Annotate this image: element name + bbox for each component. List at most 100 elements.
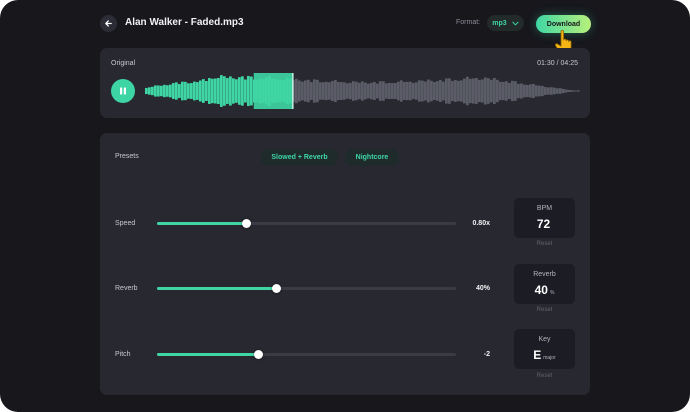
waveform-bar	[487, 78, 490, 104]
playhead[interactable]	[292, 73, 294, 109]
waveform-bar	[496, 79, 499, 103]
waveform-bar	[304, 80, 307, 102]
waveform-bar	[187, 83, 190, 99]
waveform-bar	[574, 90, 577, 92]
presets-label: Presets	[115, 153, 139, 160]
waveform-bar	[442, 81, 445, 101]
format-select[interactable]: mp3	[487, 15, 524, 31]
waveform-bar	[373, 82, 376, 100]
waveform-bar	[547, 87, 550, 95]
app-frame: Alan Walker - Faded.mp3 Format: mp3 Down…	[0, 0, 690, 412]
waveform-bar	[298, 80, 301, 102]
back-button[interactable]	[100, 15, 117, 32]
waveform-bar	[556, 88, 559, 94]
waveform-bar	[196, 82, 199, 100]
waveform-bar	[220, 75, 223, 107]
reverb-slider-thumb[interactable]	[272, 284, 282, 293]
waveform-bar	[382, 81, 385, 101]
waveform-bar	[175, 82, 178, 100]
reverb-slider[interactable]	[157, 284, 456, 293]
reverb-reset-link[interactable]: Reset	[514, 307, 575, 313]
reverb-value: 40%	[475, 285, 490, 292]
waveform-bar	[430, 80, 433, 102]
waveform-bar	[166, 85, 169, 97]
bpm-title: BPM	[536, 205, 553, 212]
pitch-slider-thumb[interactable]	[254, 350, 264, 359]
waveform-bar	[352, 81, 355, 101]
waveform-bar	[232, 78, 235, 104]
reverb-box: Reverb 40%	[514, 264, 575, 304]
waveform-bar	[349, 82, 352, 100]
waveform-bar	[565, 89, 568, 93]
waveform-bar	[571, 90, 574, 92]
waveform-bar	[337, 81, 340, 101]
speed-slider[interactable]	[157, 219, 456, 228]
reverb-slider-fill	[157, 287, 277, 290]
preset-nightcore-button[interactable]: Nightcore	[345, 149, 399, 166]
waveform-bar	[238, 77, 241, 105]
reverb-box-value: 40%	[534, 283, 555, 297]
waveform-bar	[172, 83, 175, 99]
waveform-bar	[244, 79, 247, 103]
preset-slowed-reverb-button[interactable]: Slowed + Reverb	[261, 149, 338, 166]
waveform-bar	[511, 80, 514, 102]
waveform-bar	[364, 82, 367, 100]
waveform-bar	[340, 82, 343, 100]
waveform-bar	[400, 80, 403, 102]
waveform-bar	[514, 81, 517, 101]
key-reset-link[interactable]: Reset	[514, 373, 575, 379]
waveform-bar	[169, 84, 172, 98]
waveform-bar	[310, 82, 313, 100]
waveform-bar	[391, 83, 394, 99]
bpm-reset-link[interactable]: Reset	[514, 241, 575, 247]
playback-time: 01:30 / 04:25	[537, 60, 578, 67]
pitch-slider[interactable]	[157, 350, 456, 359]
waveform-bar	[160, 85, 163, 97]
waveform-bar	[190, 83, 193, 99]
waveform-bar	[241, 76, 244, 106]
waveform-bar	[475, 78, 478, 104]
waveform-bar	[145, 87, 148, 95]
waveform-bar	[217, 77, 220, 105]
waveform-bar	[328, 82, 331, 100]
waveform-selection[interactable]	[253, 73, 293, 109]
waveform-bar	[205, 81, 208, 101]
pitch-label: Pitch	[115, 351, 131, 358]
reverb-label: Reverb	[115, 285, 138, 292]
waveform-bar	[151, 86, 154, 96]
pause-button[interactable]	[111, 79, 135, 103]
waveform-bar	[385, 83, 388, 99]
waveform-bar	[154, 85, 157, 97]
waveform-bar	[523, 84, 526, 98]
waveform-bar	[493, 77, 496, 105]
waveform-bar	[520, 83, 523, 99]
waveform-bar	[325, 81, 328, 101]
bpm-box: BPM 72	[514, 198, 575, 238]
waveform-bar	[397, 81, 400, 101]
waveform-bar	[433, 81, 436, 101]
waveform-bar	[427, 79, 430, 103]
pause-icon	[120, 87, 126, 95]
waveform-bar	[481, 79, 484, 103]
waveform-bar	[247, 75, 250, 107]
waveform-bar	[415, 82, 418, 100]
waveform-bar	[559, 88, 562, 94]
waveform-bar	[157, 85, 160, 97]
waveform-bar	[319, 82, 322, 100]
waveform-bar	[226, 78, 229, 104]
waveform-bar	[499, 81, 502, 101]
bpm-value: 72	[536, 217, 551, 231]
waveform-bar	[541, 85, 544, 97]
waveform-bar	[361, 81, 364, 101]
waveform-bar	[538, 85, 541, 97]
waveform[interactable]	[145, 73, 580, 109]
waveform-bar	[295, 78, 298, 104]
waveform-bar	[484, 77, 487, 105]
speed-label: Speed	[115, 220, 136, 227]
waveform-bar	[436, 81, 439, 101]
waveform-bar	[451, 80, 454, 102]
speed-slider-thumb[interactable]	[242, 219, 252, 228]
controls-panel: Presets Slowed + Reverb Nightcore Speed …	[100, 133, 590, 395]
waveform-bar	[148, 87, 151, 95]
waveform-bar	[454, 80, 457, 102]
